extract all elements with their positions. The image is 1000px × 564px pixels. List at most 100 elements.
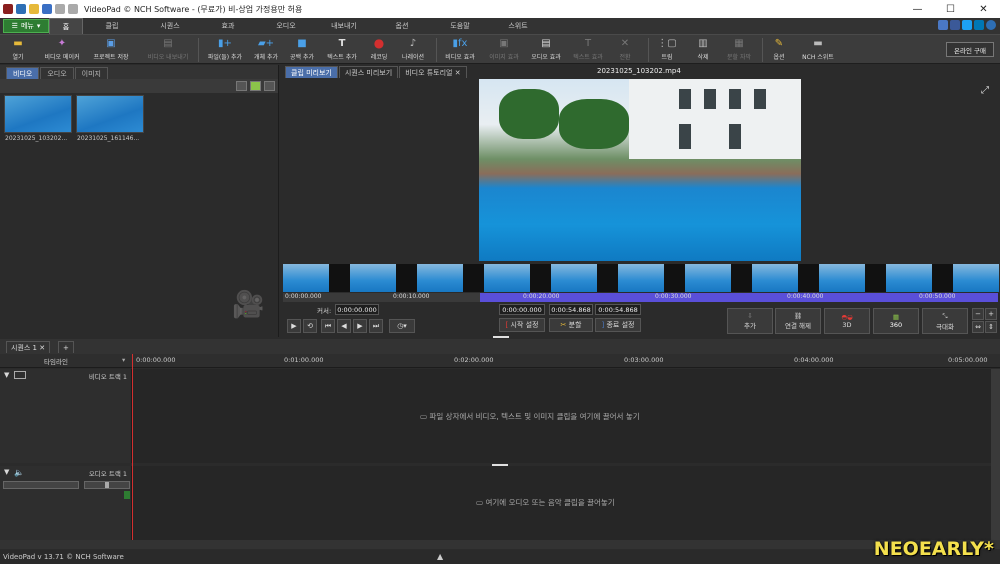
tab-sequence-preview[interactable]: 시퀀스 미리보기 <box>338 66 399 78</box>
expand-button[interactable]: ⇕ <box>985 321 997 333</box>
set-start-button[interactable]: [ 시작 설정 <box>499 318 545 332</box>
step-forward-button[interactable]: ▶ <box>353 319 367 333</box>
options-button[interactable]: ✎ 옵션 <box>766 37 792 64</box>
tab-help[interactable]: 도움말 <box>431 18 489 34</box>
add-objects-button[interactable]: ▰+ 개체 추가 <box>250 37 282 64</box>
close-icon[interactable]: ✕ <box>39 344 45 352</box>
split-subtitle-button[interactable]: ▦ 분할 자막 <box>722 37 756 64</box>
tab-audio[interactable]: 오디오 <box>257 18 315 34</box>
app-icon[interactable] <box>3 4 13 14</box>
pan-slider-thumb[interactable] <box>105 482 109 488</box>
transition-button[interactable]: ✕ 전환 <box>610 37 640 64</box>
chevron-down-icon[interactable]: ▾ <box>122 356 125 364</box>
linkedin-icon[interactable] <box>974 20 984 30</box>
horizontal-scrollbar[interactable] <box>0 540 1000 549</box>
tab-sequence-1[interactable]: 시퀀스 1 ✕ <box>6 341 51 353</box>
tab-suite[interactable]: 스위트 <box>489 18 547 34</box>
tab-bin-audio[interactable]: 오디오 <box>40 67 74 79</box>
like-icon[interactable] <box>938 20 948 30</box>
save-icon[interactable] <box>42 4 52 14</box>
maximize-button[interactable]: ☐ <box>934 0 967 18</box>
add-blank-button[interactable]: ■ 공백 추가 <box>286 37 318 64</box>
open-button[interactable]: ▬ 열기 <box>6 37 30 64</box>
record-button[interactable]: ● 레코딩 <box>366 36 392 64</box>
tab-bin-video[interactable]: 비디오 <box>6 67 40 79</box>
collapse-icon[interactable]: ▼ <box>4 371 9 379</box>
cursor-time-field[interactable]: 0:00:00.000 <box>335 304 379 315</box>
trash-icon[interactable] <box>236 81 247 91</box>
tab-export[interactable]: 내보내기 <box>315 18 373 34</box>
image-effects-button[interactable]: ▣ 이미지 효과 <box>484 37 524 64</box>
clip-ruler[interactable]: 0:00:00.000 0:00:10.000 0:00:20.000 0:00… <box>283 293 998 302</box>
go-start-button[interactable]: ⏮ <box>321 319 335 333</box>
tab-clip[interactable]: 클립 <box>83 18 141 34</box>
open-icon[interactable] <box>29 4 39 14</box>
panel-resize-handle[interactable] <box>493 336 509 338</box>
set-end-button[interactable]: ] 종료 설정 <box>595 318 641 332</box>
fit-button[interactable]: ⇔ <box>972 321 984 333</box>
video-effects-button[interactable]: ▮fx 비디오 효과 <box>440 37 480 64</box>
redo-icon[interactable] <box>68 4 78 14</box>
collapse-icon[interactable]: ▼ <box>4 468 9 476</box>
play-button[interactable]: ▶ <box>287 319 301 333</box>
close-button[interactable]: ✕ <box>967 0 1000 18</box>
save-project-button[interactable]: ▣ 프로젝트 저장 <box>88 37 134 64</box>
in-point-field[interactable]: 0:00:00.000 <box>499 304 545 315</box>
video-maker-button[interactable]: ✦ 비디오 메이커 <box>38 37 86 64</box>
go-end-button[interactable]: ⏭ <box>369 319 383 333</box>
expand-up-icon[interactable]: ▲ <box>437 550 443 564</box>
maximize-button[interactable]: ⤡ 극대화 <box>922 308 968 334</box>
speaker-icon[interactable]: 🔈 <box>14 468 24 477</box>
volume-slider[interactable] <box>3 481 79 489</box>
video-track[interactable]: ▼ 비디오 트랙 1 ▭ 파일 상자에서 비디오, 텍스트 및 이미지 클립을 … <box>0 369 991 463</box>
tab-home[interactable]: 홈 <box>49 18 83 34</box>
tab-effects[interactable]: 효과 <box>199 18 257 34</box>
tab-video-tutorial[interactable]: 비디오 튜토리얼 ✕ <box>399 66 467 78</box>
audio-effects-button[interactable]: ▤ 오디오 효과 <box>526 37 566 64</box>
pan-slider[interactable] <box>84 481 130 489</box>
tab-bin-image[interactable]: 이미지 <box>74 67 108 79</box>
bin-clip-thumbnail-1[interactable] <box>4 95 72 133</box>
add-files-button[interactable]: ▮+ 파일(들) 추가 <box>202 37 248 64</box>
help-icon[interactable] <box>986 20 996 30</box>
bin-clip-thumbnail-2[interactable] <box>76 95 144 133</box>
zoom-in-button[interactable]: + <box>985 308 997 320</box>
fullscreen-icon[interactable]: ⤢ <box>981 85 989 96</box>
add-sequence-button[interactable]: + <box>58 341 74 353</box>
speed-dropdown[interactable]: ◷▾ <box>389 319 415 333</box>
list-view-icon[interactable] <box>264 81 275 91</box>
tab-options[interactable]: 옵션 <box>373 18 431 34</box>
vertical-scrollbar[interactable] <box>991 369 1000 540</box>
thumbnail-view-icon[interactable] <box>250 81 261 91</box>
timeline-ruler[interactable]: 타임라인 ▾ 0:00:00.000 0:01:00.000 0:02:00.0… <box>0 354 1000 368</box>
unlink-button[interactable]: ⛓ 연결 해제 <box>775 308 821 334</box>
narrate-button[interactable]: ♪ 나레이션 <box>398 37 428 64</box>
new-icon[interactable] <box>16 4 26 14</box>
buy-online-button[interactable]: 온라인 구매 <box>946 42 994 57</box>
tab-clip-preview[interactable]: 클립 미리보기 <box>285 66 338 78</box>
360-button[interactable]: ▦ 360 <box>873 308 919 334</box>
add-text-label: 텍스트 추가 <box>327 54 357 61</box>
menu-button[interactable]: ☰ 메뉴 ▾ <box>3 19 49 33</box>
add-text-button[interactable]: T 텍스트 추가 <box>322 37 362 64</box>
add-to-sequence-button[interactable]: ⇩ 추가 <box>727 308 773 334</box>
delete-button[interactable]: ▥ 삭제 <box>690 37 716 64</box>
loop-button[interactable]: ⟲ <box>303 319 317 333</box>
facebook-icon[interactable] <box>950 20 960 30</box>
trim-button[interactable]: ⋮▢ 트림 <box>652 37 682 64</box>
step-back-button[interactable]: ◀ <box>337 319 351 333</box>
close-icon[interactable]: ✕ <box>455 69 461 77</box>
undo-icon[interactable] <box>55 4 65 14</box>
split-button[interactable]: ✂ 분할 <box>549 318 593 332</box>
minimize-button[interactable]: — <box>901 0 934 18</box>
out-point-field[interactable]: 0:00:54.868 <box>595 304 641 315</box>
twitter-icon[interactable] <box>962 20 972 30</box>
nch-suite-button[interactable]: ▬ NCH 스위트 <box>798 37 838 64</box>
playhead[interactable] <box>132 354 133 540</box>
text-effects-button[interactable]: T 텍스트 효과 <box>568 37 608 64</box>
zoom-out-button[interactable]: − <box>972 308 984 320</box>
export-video-button[interactable]: ▤ 비디오 내보내기 <box>142 37 194 64</box>
3d-button[interactable]: ◓◒ 3D <box>824 308 870 334</box>
audio-track[interactable]: ▼ 🔈 오디오 트랙 1 ▭ 여기에 오디오 또는 음악 클립을 끌어놓기 <box>0 466 991 540</box>
tab-sequence[interactable]: 시퀀스 <box>141 18 199 34</box>
